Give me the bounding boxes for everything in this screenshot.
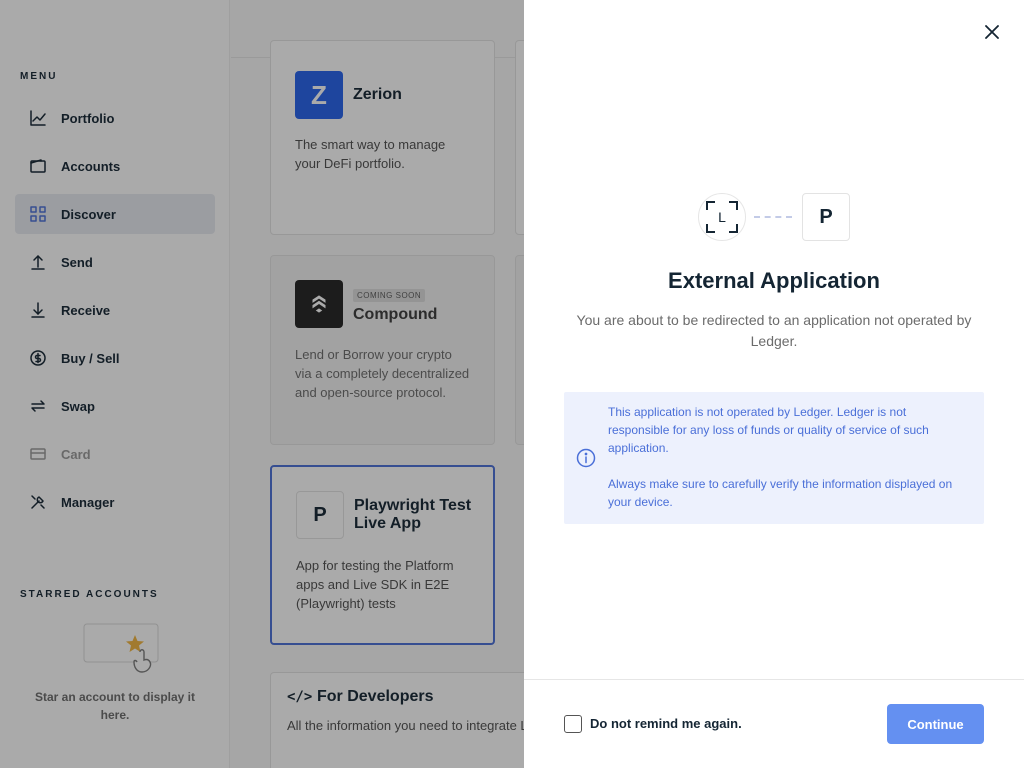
do-not-remind-label[interactable]: Do not remind me again. [590, 716, 742, 731]
info-alert: This application is not operated by Ledg… [564, 392, 984, 524]
continue-button[interactable]: Continue [887, 704, 984, 744]
info-icon [576, 448, 596, 468]
external-app-drawer [524, 0, 1024, 768]
ledger-logo: L [698, 193, 746, 241]
drawer-subtitle: You are about to be redirected to an app… [576, 312, 972, 349]
drawer-title: External Application [668, 268, 880, 293]
info-text-warning: This application is not operated by Ledg… [608, 405, 929, 455]
connection-dashed-line [754, 216, 792, 218]
info-text-verify: Always make sure to carefully verify the… [608, 477, 953, 509]
close-button[interactable] [980, 20, 1004, 44]
ledger-logo-letter: L [718, 209, 726, 225]
footer-divider [524, 679, 1024, 680]
app-logo: P [802, 193, 850, 241]
do-not-remind-checkbox[interactable] [564, 715, 582, 733]
close-icon [985, 25, 999, 39]
